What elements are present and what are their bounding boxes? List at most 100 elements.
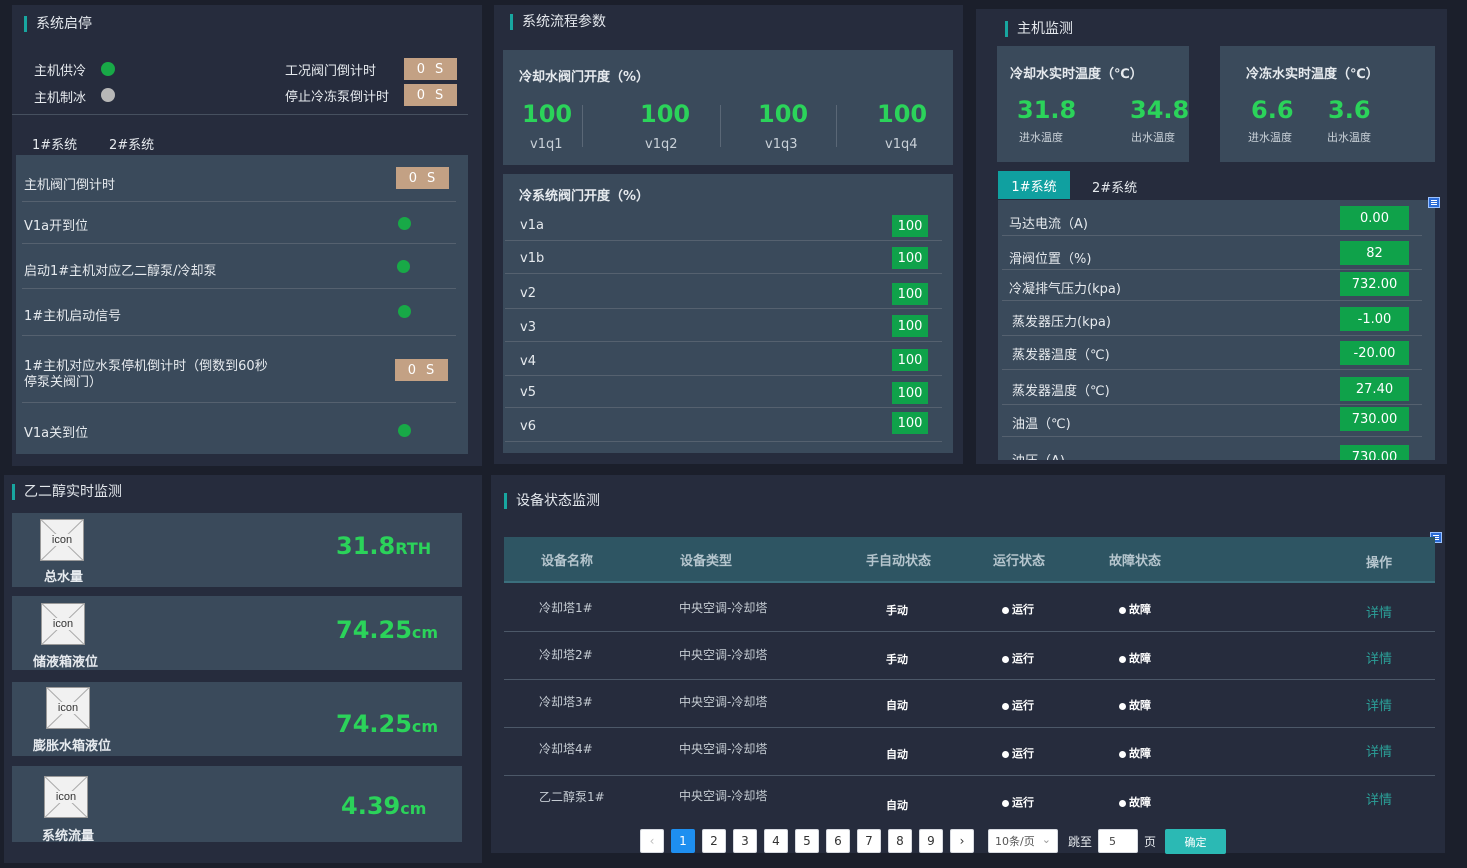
tab-system-2[interactable]: 2#系统 (1092, 177, 1137, 196)
cold-valve-value: 100 (892, 349, 928, 371)
divider (505, 308, 942, 309)
page-unit-label: 页 (1144, 835, 1157, 849)
pagination-page-button[interactable]: 7 (857, 829, 881, 853)
pagination-page-button[interactable]: 8 (888, 829, 912, 853)
host-start-signal-indicator (398, 305, 411, 318)
cold-valve-name: v1a (520, 218, 544, 233)
param-label: 蒸发器压力(kpa) (1012, 315, 1111, 330)
panel-title: 系统流程参数 (510, 14, 606, 30)
cold-valve-name: v6 (520, 419, 536, 434)
pagination-page-button[interactable]: 2 (702, 829, 726, 853)
cooling-valve-name: v1q3 (765, 137, 798, 152)
device-run-status: 运行 (1002, 745, 1034, 761)
page-size-select[interactable]: 10条/页 ⌄ (988, 829, 1058, 853)
cooling-valve-box: 冷却水阀门开度（%） 100 v1q1 100 v1q2 100 v1q3 10… (503, 50, 953, 165)
host-valve-countdown-label: 主机阀门倒计时 (24, 178, 116, 193)
pagination-page-button[interactable]: 9 (919, 829, 943, 853)
start-pump-label: 启动1#主机对应乙二醇泵/冷却泵 (24, 264, 217, 279)
pagination-page-button[interactable]: 3 (733, 829, 757, 853)
start-pump-indicator (397, 260, 410, 273)
detail-link[interactable]: 详情 (1366, 648, 1392, 667)
jump-page-input[interactable]: 5 (1098, 829, 1138, 853)
cold-valve-value: 100 (892, 382, 928, 404)
status-dot-icon (1119, 750, 1126, 758)
detail-link[interactable]: 详情 (1366, 695, 1392, 714)
cond-valve-countdown: 0S (404, 58, 457, 80)
storage-tank-icon: icon (41, 603, 85, 645)
device-run-status: 运行 (1002, 650, 1034, 666)
glycol-item-name: 膨胀水箱液位 (33, 739, 112, 754)
in-temp-label: 进水温度 (1248, 131, 1292, 144)
cold-valve-value: 100 (892, 247, 928, 269)
glycol-item-name: 储液箱液位 (33, 655, 99, 670)
glycol-item: icon 储液箱液位 74.25cm (12, 596, 462, 670)
stop-pump-label: 停止冷冻泵倒计时 (285, 90, 390, 105)
divider (22, 288, 456, 289)
device-mode: 手动 (886, 604, 908, 617)
cooling-valve-name: v1q2 (645, 137, 678, 152)
divider (1002, 269, 1422, 270)
cold-valve-value: 100 (892, 283, 928, 305)
tab-system-2[interactable]: 2#系统 (109, 134, 154, 153)
device-name: 冷却塔2# (539, 648, 593, 662)
pagination-page-button[interactable]: 4 (764, 829, 788, 853)
out-temp-label: 出水温度 (1131, 131, 1175, 144)
device-fault-status: 故障 (1119, 650, 1151, 666)
tab-system-1[interactable]: 1#系统 (32, 134, 77, 153)
device-type: 中央空调-冷却塔 (679, 789, 768, 803)
col-header-type: 设备类型 (680, 554, 733, 569)
host-monitor-panel: 主机监测 冷却水实时温度（℃） 31.8 进水温度 34.8 出水温度 冷冻水实… (976, 9, 1447, 464)
chevron-down-icon: ⌄ (1041, 833, 1051, 846)
pagination-page-button[interactable]: 1 (671, 829, 695, 853)
detail-link[interactable]: 详情 (1366, 741, 1392, 760)
system-startstop-panel: 系统启停 主机供冷 主机制冰 工况阀门倒计时 0S 停止冷冻泵倒计时 0S 1#… (12, 5, 482, 466)
param-label: 冷凝排气压力(kpa) (1009, 282, 1121, 297)
cooling-valve-value: 100 (522, 100, 573, 128)
divider (1002, 436, 1422, 437)
pagination-page-button[interactable]: 6 (826, 829, 850, 853)
cooling-valve-value: 100 (758, 100, 809, 128)
confirm-button[interactable]: 确定 (1165, 829, 1226, 854)
device-name: 冷却塔1# (539, 601, 593, 615)
divider (505, 375, 942, 376)
panel-title: 系统启停 (24, 16, 92, 32)
param-label: 油温（℃) (1012, 417, 1071, 432)
divider (1002, 300, 1422, 301)
status-dot-icon (1002, 702, 1009, 710)
jump-label: 跳至 (1068, 835, 1093, 849)
device-type: 中央空调-冷却塔 (679, 648, 768, 662)
device-mode: 自动 (886, 748, 908, 761)
device-run-status: 运行 (1002, 794, 1034, 810)
status-dot-icon (1002, 750, 1009, 758)
v1a-open-label: V1a开到位 (24, 219, 89, 234)
divider (22, 243, 456, 244)
device-type: 中央空调-冷却塔 (679, 695, 768, 709)
col-header-fault: 故障状态 (1109, 554, 1162, 569)
host-cool-indicator (101, 62, 115, 76)
panel-title: 乙二醇实时监测 (12, 484, 122, 500)
tab-system-1[interactable]: 1#系统 (998, 171, 1070, 199)
scroll-handle-icon[interactable] (1428, 197, 1440, 208)
status-dot-icon (1119, 799, 1126, 807)
device-fault-status: 故障 (1119, 794, 1151, 810)
device-fault-status: 故障 (1119, 697, 1151, 713)
expansion-tank-icon: icon (46, 687, 90, 729)
v1a-open-indicator (398, 217, 411, 230)
detail-link[interactable]: 详情 (1366, 789, 1392, 808)
status-dot-icon (1119, 702, 1126, 710)
detail-link[interactable]: 详情 (1366, 602, 1392, 621)
param-value: 730.00 (1340, 407, 1409, 431)
v1a-close-indicator (398, 424, 411, 437)
pagination-prev-button[interactable]: ‹ (640, 829, 664, 853)
divider (505, 407, 942, 408)
separator (836, 105, 837, 147)
divider (504, 727, 1435, 728)
pagination-next-button[interactable]: › (950, 829, 974, 853)
pump-stop-countdown-label-2: 停泵关阀门） (24, 375, 103, 390)
cold-valve-value: 100 (892, 412, 928, 434)
panel-title: 主机监测 (1005, 21, 1073, 37)
pagination-page-button[interactable]: 5 (795, 829, 819, 853)
glycol-item-value: 4.39cm (341, 792, 427, 820)
cooling-valve-title: 冷却水阀门开度（%） (519, 70, 650, 85)
col-header-name: 设备名称 (541, 554, 594, 569)
